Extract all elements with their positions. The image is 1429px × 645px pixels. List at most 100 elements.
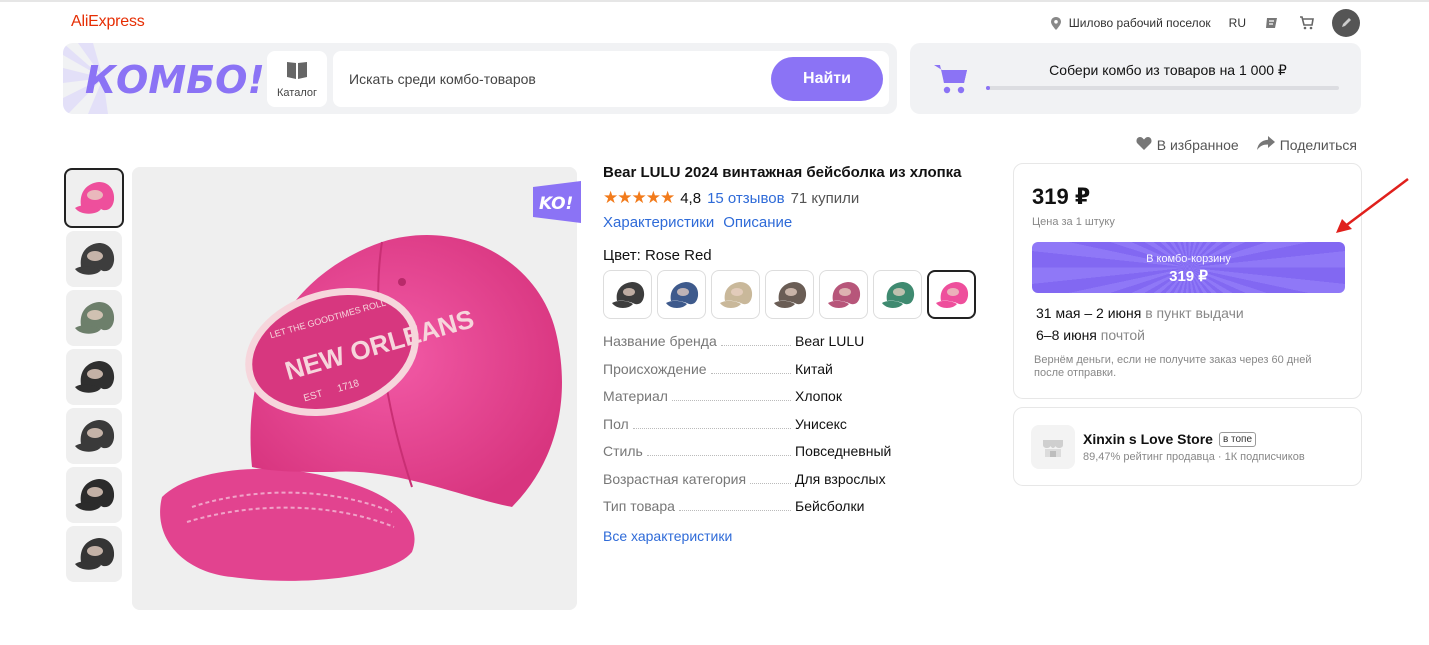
seller-name[interactable]: Xinxin s Love Store	[1083, 431, 1213, 447]
combo-cart-icon	[932, 59, 970, 97]
delivery-post-mode: почтой	[1100, 327, 1145, 343]
swatch-cap-icon	[611, 281, 644, 308]
color-swatch-5[interactable]	[819, 270, 868, 319]
rating-row: ★★★★★ 4,8 15 отзывов 71 купили	[603, 188, 993, 208]
cart-button-label: В комбо-корзину	[1146, 252, 1231, 265]
spec-value: Бейсболки	[795, 498, 865, 514]
spec-list: Название бренда Bear LULU Происхождение Кит…	[603, 333, 993, 526]
spec-label: Материал	[603, 388, 668, 404]
thumbnail-5[interactable]	[66, 408, 122, 464]
spec-key: Стиль	[603, 443, 795, 459]
bought-count: 71 купили	[790, 189, 860, 207]
search-button[interactable]: Найти	[771, 57, 883, 101]
seller-name-row: Xinxin s Love Store в топе	[1083, 431, 1257, 447]
annotation-arrow-icon	[1336, 178, 1409, 233]
spec-label: Пол	[603, 415, 629, 432]
tab-specs[interactable]: Характеристики	[603, 214, 714, 231]
delivery-post-date: 6–8 июня	[1036, 327, 1097, 343]
combo-goal-text: Собери комбо из товаров на 1 000 ₽	[1049, 62, 1287, 78]
combo-progress-bar	[986, 86, 1339, 90]
spec-row: Возрастная категория Для взрослых	[603, 471, 993, 499]
spec-key: Возрастная категория	[603, 471, 795, 487]
thumbnail-cap-icon	[75, 243, 115, 275]
spec-value: Bear LULU	[795, 333, 865, 349]
spec-value: Китай	[795, 360, 833, 377]
search-input[interactable]	[349, 51, 769, 107]
swatch-cap-icon	[881, 281, 914, 308]
price-note: Цена за 1 штуку	[1032, 216, 1115, 228]
rating-value: 4,8	[680, 189, 702, 207]
tab-description[interactable]: Описание	[723, 214, 792, 231]
color-swatch-1[interactable]	[603, 270, 652, 319]
language-selector[interactable]: RU	[1229, 16, 1246, 30]
spec-row: Тип товара Бейсболки	[603, 498, 993, 526]
combo-badge: KO!	[533, 181, 581, 223]
spec-key: Название бренда	[603, 333, 795, 349]
thumbnail-4[interactable]	[66, 349, 122, 405]
color-swatch-3[interactable]	[711, 270, 760, 319]
favorite-button[interactable]: В избранное	[1136, 136, 1239, 153]
cart-icon[interactable]	[1298, 15, 1314, 31]
location-selector[interactable]: Шилово рабочий поселок	[1048, 15, 1211, 31]
spec-key: Тип товара	[603, 498, 795, 514]
thumbnail-6[interactable]	[66, 467, 122, 523]
combo-progress-fill	[986, 86, 990, 90]
color-swatch-4[interactable]	[765, 270, 814, 319]
thumbnail-3[interactable]	[66, 290, 122, 346]
color-swatches	[603, 270, 993, 319]
spec-dots	[646, 455, 791, 456]
spec-value: Для взрослых	[795, 470, 886, 487]
spec-key: Материал	[603, 388, 795, 404]
spec-label: Название бренда	[603, 333, 717, 349]
swatch-cap-icon	[719, 281, 752, 308]
spec-dots	[632, 427, 791, 429]
thumbnail-cap-icon	[75, 361, 115, 393]
catalog-button[interactable]: Каталог	[267, 51, 327, 107]
combo-search-panel: КОМБО! Каталог Найти	[63, 43, 897, 114]
spec-label: Возрастная категория	[603, 470, 747, 487]
spec-label: Происхождение	[603, 360, 707, 377]
add-to-combo-cart-button[interactable]: В комбо-корзину 319 ₽	[1032, 242, 1345, 293]
rating-stars-icon: ★★★★★	[603, 188, 675, 207]
combo-logo[interactable]: КОМБО!	[63, 43, 265, 114]
color-swatch-7[interactable]	[927, 270, 976, 319]
buy-box: 319 ₽ Цена за 1 штуку В комбо-корзину 31…	[1013, 163, 1362, 399]
swatch-cap-icon	[935, 281, 968, 308]
reviews-link[interactable]: 15 отзывов	[707, 190, 785, 207]
spec-dots	[750, 482, 791, 484]
spec-dots	[678, 510, 791, 511]
thumbnail-cap-icon	[75, 538, 115, 570]
seller-meta: 89,47% рейтинг продавца · 1К подписчиков	[1083, 451, 1305, 463]
color-swatch-2[interactable]	[657, 270, 706, 319]
main-product-image[interactable]: NEW ORLEANS LET THE GOODTIMES ROLL EST 1…	[132, 167, 577, 610]
spec-value: Хлопок	[795, 388, 842, 404]
top-seller-badge: в топе	[1218, 431, 1257, 447]
seller-card[interactable]: Xinxin s Love Store в топе 89,47% рейтин…	[1013, 407, 1362, 486]
share-button[interactable]: Поделиться	[1256, 136, 1357, 153]
product-info: Bear LULU 2024 винтажная бейсболка из хл…	[603, 164, 993, 544]
spec-key: Происхождение	[603, 361, 795, 377]
catalog-book-icon	[286, 60, 308, 83]
favorite-label: В избранное	[1156, 136, 1239, 153]
heart-icon	[1136, 136, 1152, 153]
thumbnail-2[interactable]	[66, 231, 122, 287]
user-avatar[interactable]	[1332, 9, 1360, 37]
thumbnail-cap-icon	[75, 479, 115, 511]
combo-goal-panel: Собери комбо из товаров на 1 000 ₽	[910, 43, 1361, 114]
color-swatch-6[interactable]	[873, 270, 922, 319]
thumbnail-7[interactable]	[66, 526, 122, 582]
thumbnail-cap-icon	[75, 420, 115, 452]
all-specs-link[interactable]: Все характеристики	[603, 528, 993, 544]
topbar-right: Шилово рабочий поселок RU	[1048, 9, 1360, 37]
delivery-post: 6–8 июня почтой	[1036, 327, 1145, 343]
refund-note: Вернём деньги, если не получите заказ че…	[1034, 354, 1312, 379]
orders-icon[interactable]	[1264, 15, 1280, 31]
spec-label: Стиль	[603, 443, 643, 459]
location-text: Шилово рабочий поселок	[1068, 16, 1211, 30]
thumbnail-1[interactable]	[64, 168, 124, 228]
thumbnail-cap-icon	[75, 182, 115, 214]
color-label: Цвет: Rose Red	[603, 247, 712, 264]
search-box: Найти	[333, 51, 889, 107]
aliexpress-logo[interactable]: AliExpress	[71, 13, 145, 31]
store-icon	[1031, 425, 1075, 469]
